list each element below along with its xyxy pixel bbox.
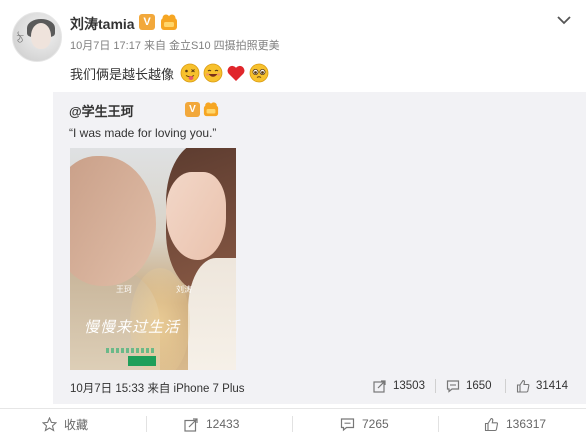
chevron-down-icon[interactable] bbox=[556, 12, 572, 28]
comment-button[interactable]: 7265 bbox=[340, 415, 389, 433]
share-icon bbox=[184, 417, 198, 432]
pleading-face-emoji bbox=[249, 63, 269, 83]
repost-card[interactable]: @学生王珂 V “I was made for loving you.” 王珂 … bbox=[53, 92, 586, 404]
thumbs-up-icon bbox=[484, 417, 499, 431]
repost-text: “I was made for loving you.” bbox=[69, 126, 217, 140]
tongue-face-emoji bbox=[180, 63, 200, 83]
divider bbox=[292, 416, 293, 432]
poster-calligraphy: 慢慢来过生活 bbox=[84, 318, 181, 336]
repost-vip-badge-icon bbox=[203, 102, 219, 117]
comment-count: 7265 bbox=[362, 417, 389, 431]
vip-badge-icon bbox=[161, 14, 177, 30]
divider bbox=[505, 379, 506, 393]
verified-badge-icon: V bbox=[139, 14, 155, 30]
repost-meta: 10月7日 15:33 来自 iPhone 7 Plus bbox=[70, 383, 245, 395]
avatar-mark: ঠ bbox=[17, 32, 24, 46]
poster-brand-logo bbox=[128, 356, 156, 366]
author-name[interactable]: 刘涛tamia bbox=[70, 14, 135, 34]
comment-icon bbox=[446, 380, 460, 393]
favorite-button[interactable]: 收藏 bbox=[42, 415, 88, 433]
divider bbox=[435, 379, 436, 393]
poster-credit-left: 王珂 bbox=[116, 285, 132, 294]
weibo-post: ঠ 刘涛tamia V 10月7日 17:17 来自 金立S10 四摄拍照更美 … bbox=[0, 0, 586, 437]
post-meta: 10月7日 17:17 来自 金立S10 四摄拍照更美 bbox=[70, 40, 280, 52]
repost-count: 12433 bbox=[206, 417, 240, 431]
thumbs-up-icon bbox=[516, 379, 530, 393]
repost-like-value: 31414 bbox=[536, 380, 568, 392]
action-bar: 收藏 12433 7265 136317 bbox=[0, 408, 586, 437]
avatar[interactable]: ঠ bbox=[12, 12, 62, 62]
movie-poster-image[interactable]: 王珂 刘涛 慢慢来过生活 bbox=[70, 148, 236, 370]
comment-icon bbox=[340, 417, 355, 431]
repost-button[interactable]: 12433 bbox=[184, 415, 239, 433]
repost-verified-badge-icon: V bbox=[185, 102, 200, 117]
repost-comment-count[interactable]: 1650 bbox=[446, 378, 492, 394]
repost-comment-value: 1650 bbox=[466, 380, 492, 392]
post-text: 我们俩是越长越像 bbox=[70, 67, 175, 82]
grin-face-emoji bbox=[203, 63, 223, 83]
favorite-label: 收藏 bbox=[64, 417, 89, 432]
repost-repost-value: 13503 bbox=[393, 380, 425, 392]
repost-author[interactable]: @学生王珂 bbox=[69, 101, 134, 120]
star-icon bbox=[42, 416, 57, 432]
repost-repost-count[interactable]: 13503 bbox=[373, 378, 425, 394]
like-count: 136317 bbox=[506, 417, 547, 431]
share-icon bbox=[373, 380, 386, 393]
poster-brand-strip bbox=[106, 348, 156, 353]
divider bbox=[146, 416, 147, 432]
like-button[interactable]: 136317 bbox=[484, 415, 546, 433]
divider bbox=[438, 416, 439, 432]
repost-like-count[interactable]: 31414 bbox=[516, 378, 568, 394]
red-heart-emoji bbox=[227, 65, 245, 81]
poster-credit-right: 刘涛 bbox=[176, 285, 192, 294]
